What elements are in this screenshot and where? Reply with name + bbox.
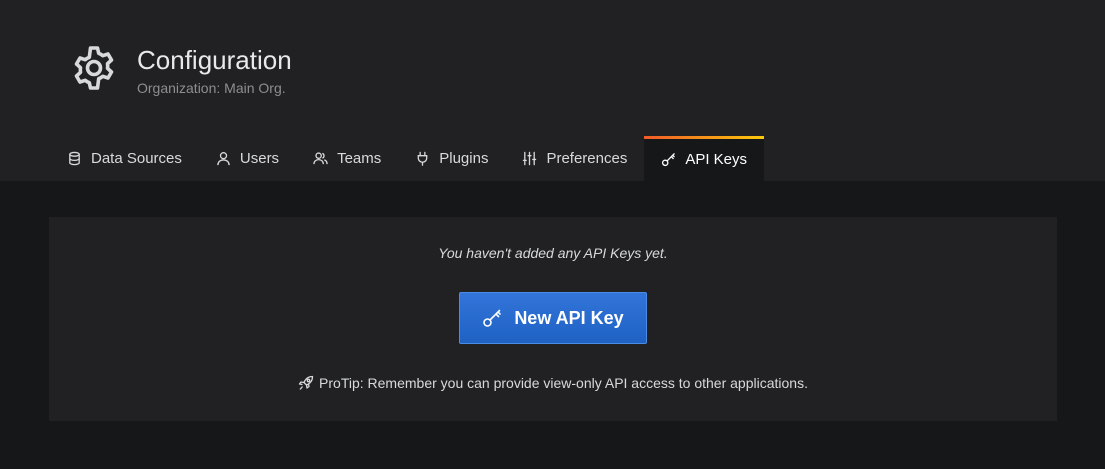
new-api-key-label: New API Key — [514, 307, 624, 328]
tab-label: Teams — [337, 150, 382, 167]
tab-label: Plugins — [439, 150, 489, 167]
users-icon — [313, 152, 328, 165]
tab-label: Data Sources — [91, 150, 182, 167]
protip-text: ProTip: Remember you can provide view-on… — [319, 375, 808, 391]
page-subtitle: Organization: Main Org. — [137, 80, 286, 96]
protip: ProTip: Remember you can provide view-on… — [49, 375, 1057, 391]
rocket-icon — [298, 375, 314, 390]
new-api-key-button[interactable]: New API Key — [459, 292, 647, 344]
page-header: Configuration Organization: Main Org. Da… — [0, 0, 1105, 181]
tab-data-sources[interactable]: Data Sources — [50, 136, 199, 181]
tab-api-keys[interactable]: API Keys — [644, 136, 765, 181]
user-icon — [217, 152, 230, 166]
empty-message: You haven't added any API Keys yet. — [438, 245, 668, 261]
tab-preferences[interactable]: Preferences — [505, 136, 644, 181]
tab-users[interactable]: Users — [199, 136, 296, 181]
gear-icon — [74, 46, 114, 90]
page-title: Configuration — [137, 45, 292, 75]
tab-plugins[interactable]: Plugins — [398, 136, 505, 181]
sliders-icon — [523, 151, 537, 166]
empty-list-panel: You haven't added any API Keys yet. New … — [49, 217, 1057, 421]
tab-teams[interactable]: Teams — [296, 136, 398, 181]
database-icon — [69, 151, 80, 166]
tab-label: Users — [239, 150, 280, 167]
tab-label: API Keys — [685, 150, 748, 168]
key-icon — [662, 152, 676, 166]
plug-icon — [417, 151, 428, 166]
tab-label: Preferences — [546, 150, 628, 167]
key-icon — [483, 309, 502, 327]
config-tabs: Data Sources Users Teams Plugins Prefere… — [50, 136, 765, 181]
